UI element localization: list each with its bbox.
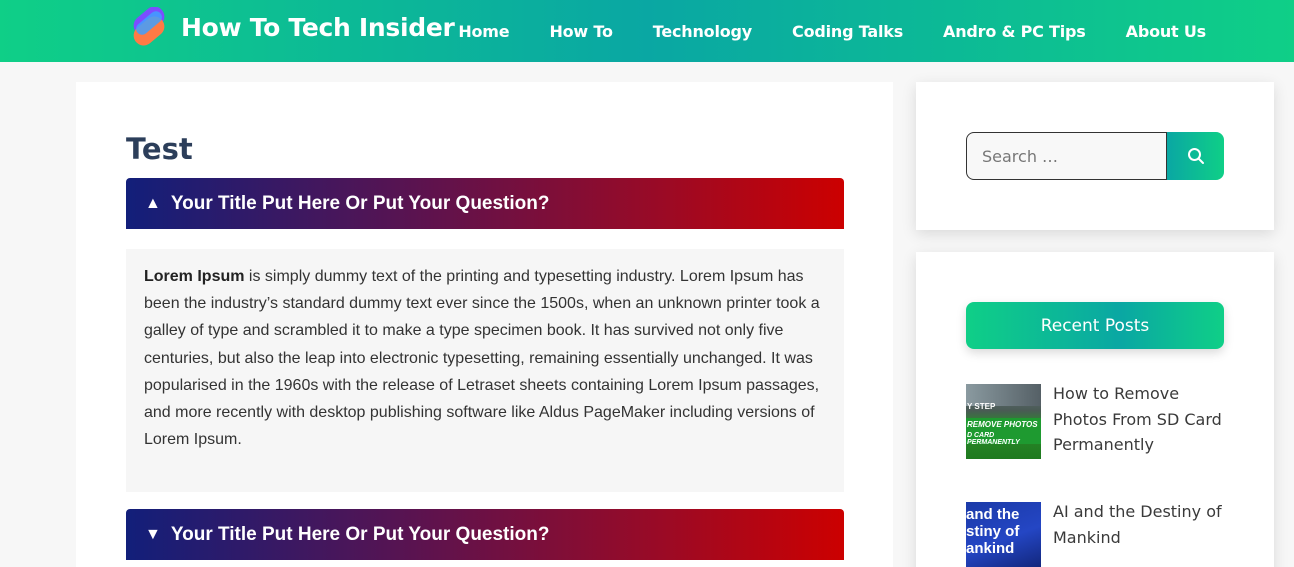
post-thumbnail[interactable]: and the stiny of ankind (966, 502, 1041, 567)
accordion-title: Your Title Put Here Or Put Your Question… (170, 192, 550, 214)
main-nav: Home How To Technology Coding Talks Andr… (418, 0, 1206, 62)
accordion-body-1: Lorem Ipsum is simply dummy text of the … (126, 249, 844, 492)
page-title: Test (126, 132, 193, 166)
search-input[interactable] (966, 132, 1167, 180)
thumb-caption: and the (966, 506, 1020, 523)
nav-andro-pc-tips[interactable]: Andro & PC Tips (943, 22, 1086, 41)
body-bold-term: Lorem Ipsum (144, 268, 245, 285)
recent-post-item[interactable]: Y STEP REMOVE PHOTOS D CARD PERMANENTLY … (966, 384, 1226, 459)
post-title-link[interactable]: AI and the Destiny of Mankind (1053, 499, 1226, 567)
thumb-caption: stiny of (966, 523, 1020, 540)
post-thumbnail[interactable]: Y STEP REMOVE PHOTOS D CARD PERMANENTLY (966, 384, 1041, 459)
nav-how-to[interactable]: How To (549, 22, 613, 41)
site-brand-title[interactable]: How To Tech Insider (181, 13, 455, 42)
accordion-header-1[interactable]: ▲ Your Title Put Here Or Put Your Questi… (126, 178, 844, 229)
thumb-caption: Y STEP (967, 402, 996, 411)
accordion-header-2[interactable]: ▼ Your Title Put Here Or Put Your Questi… (126, 509, 844, 560)
thumb-caption: ankind (966, 540, 1015, 557)
recent-posts-widget: Recent Posts Y STEP REMOVE PHOTOS D CARD… (916, 252, 1274, 567)
recent-post-item[interactable]: and the stiny of ankind AI and the Desti… (966, 502, 1226, 567)
site-header: How To Tech Insider Home How To Technolo… (0, 0, 1294, 62)
article-card: Test ▲ Your Title Put Here Or Put Your Q… (76, 82, 893, 567)
thumb-caption: D CARD PERMANENTLY (967, 432, 1020, 446)
nav-home[interactable]: Home (458, 22, 509, 41)
search-widget (916, 82, 1274, 230)
site-logo-icon[interactable] (126, 7, 172, 53)
nav-about-us[interactable]: About Us (1126, 22, 1207, 41)
nav-coding-talks[interactable]: Coding Talks (792, 22, 903, 41)
search-button[interactable] (1167, 132, 1224, 180)
nav-technology[interactable]: Technology (653, 22, 752, 41)
search-icon (1187, 148, 1204, 164)
collapse-arrow-icon: ▲ (145, 194, 161, 212)
accordion-title: Your Title Put Here Or Put Your Question… (170, 523, 550, 545)
body-text: is simply dummy text of the printing and… (144, 268, 820, 449)
post-title-link[interactable]: How to Remove Photos From SD Card Perman… (1053, 381, 1226, 459)
recent-posts-title: Recent Posts (966, 302, 1224, 349)
expand-arrow-icon: ▼ (145, 525, 161, 543)
thumb-caption: REMOVE PHOTOS (967, 420, 1038, 429)
